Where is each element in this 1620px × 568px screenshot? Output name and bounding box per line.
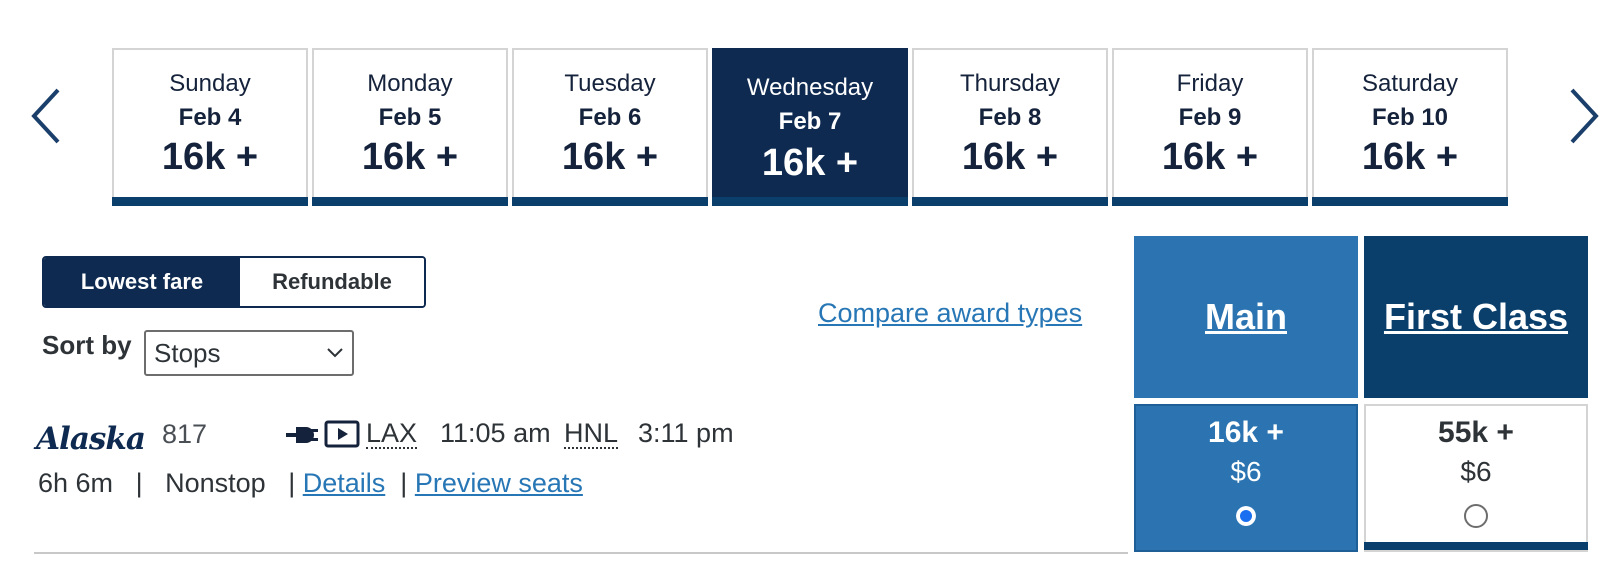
fare-cell-first-class[interactable]: 55k + $6 (1364, 404, 1588, 552)
date-price: 16k + (961, 136, 1059, 178)
row-divider (34, 552, 1128, 554)
flight-stops: Nonstop (165, 468, 266, 498)
date-card-thursday[interactable]: Thursday Feb 8 16k + (912, 48, 1108, 206)
chevron-down-icon (327, 348, 343, 358)
prev-week-button[interactable] (28, 84, 68, 148)
date-card-friday[interactable]: Friday Feb 9 16k + (1112, 48, 1308, 206)
date-card-saturday[interactable]: Saturday Feb 10 16k + (1312, 48, 1508, 206)
date-day: Sunday (169, 70, 251, 97)
date-price: 16k + (761, 142, 859, 184)
sort-select-value: Stops (154, 337, 221, 368)
arrival-time: 3:11 pm (638, 418, 734, 448)
date-day: Saturday (1361, 70, 1459, 97)
sort-select[interactable]: Stops (144, 330, 354, 376)
date-date: Feb 7 (778, 108, 842, 135)
date-date: Feb 8 (978, 104, 1042, 131)
sort-label: Sort by (42, 330, 132, 360)
power-outlet-icon (286, 427, 318, 443)
date-day: Wednesday (746, 74, 874, 101)
fare-tax: $6 (1230, 456, 1262, 487)
date-card-wednesday[interactable]: Wednesday Feb 7 16k + (712, 48, 908, 206)
departure-time: 11:05 am (440, 418, 551, 448)
date-date: Feb 5 (378, 104, 442, 131)
cabin-header-main[interactable]: Main (1134, 236, 1358, 398)
date-card-sunday[interactable]: Sunday Feb 4 16k + (112, 48, 308, 206)
cabin-header-first-class[interactable]: First Class (1364, 236, 1588, 398)
date-date: Feb 9 (1178, 104, 1242, 131)
compare-award-types-link[interactable]: Compare award types (818, 298, 1082, 329)
fare-type-toggle: Lowest fare Refundable (42, 256, 426, 308)
refundable-tab[interactable]: Refundable (240, 258, 424, 306)
flight-duration: 6h 6m (38, 468, 114, 498)
date-price: 16k + (561, 136, 659, 178)
date-date: Feb 10 (1371, 104, 1449, 131)
origin-airport[interactable]: LAX (366, 419, 418, 449)
fare-radio-first-class[interactable] (1464, 504, 1488, 528)
date-price: 16k + (361, 136, 459, 178)
fare-tax: $6 (1460, 456, 1492, 487)
fare-cell-main[interactable]: 16k + $6 (1134, 404, 1358, 552)
preview-seats-link[interactable]: Preview seats (415, 468, 583, 498)
destination-airport[interactable]: HNL (564, 419, 619, 449)
chevron-left-icon (31, 88, 60, 144)
date-date: Feb 4 (178, 104, 242, 131)
date-date: Feb 6 (578, 104, 642, 131)
next-week-button[interactable] (1562, 84, 1602, 148)
date-price: 16k + (1361, 136, 1459, 178)
airline-logo: Alaska (36, 421, 146, 457)
fare-miles: 16k + (1208, 416, 1284, 449)
flight-details-line: 6h 6m | Nonstop | Details | Preview seat… (38, 467, 583, 499)
separator: | (273, 468, 303, 498)
separator: | (392, 468, 415, 498)
date-card-tuesday[interactable]: Tuesday Feb 6 16k + (512, 48, 708, 206)
date-day: Monday (367, 70, 453, 97)
details-link[interactable]: Details (303, 468, 386, 498)
chevron-right-icon (1570, 88, 1599, 144)
date-day: Thursday (959, 70, 1061, 97)
date-card-monday[interactable]: Monday Feb 5 16k + (312, 48, 508, 206)
lowest-fare-tab[interactable]: Lowest fare (44, 258, 240, 306)
fare-miles: 55k + (1438, 416, 1514, 449)
date-price: 16k + (161, 136, 259, 178)
video-icon (324, 420, 360, 448)
date-day: Tuesday (564, 70, 656, 97)
date-price: 16k + (1161, 136, 1259, 178)
flight-number: 817 (162, 419, 208, 449)
date-day: Friday (1176, 70, 1244, 97)
fare-radio-main[interactable] (1234, 504, 1258, 528)
separator: | (120, 468, 158, 498)
